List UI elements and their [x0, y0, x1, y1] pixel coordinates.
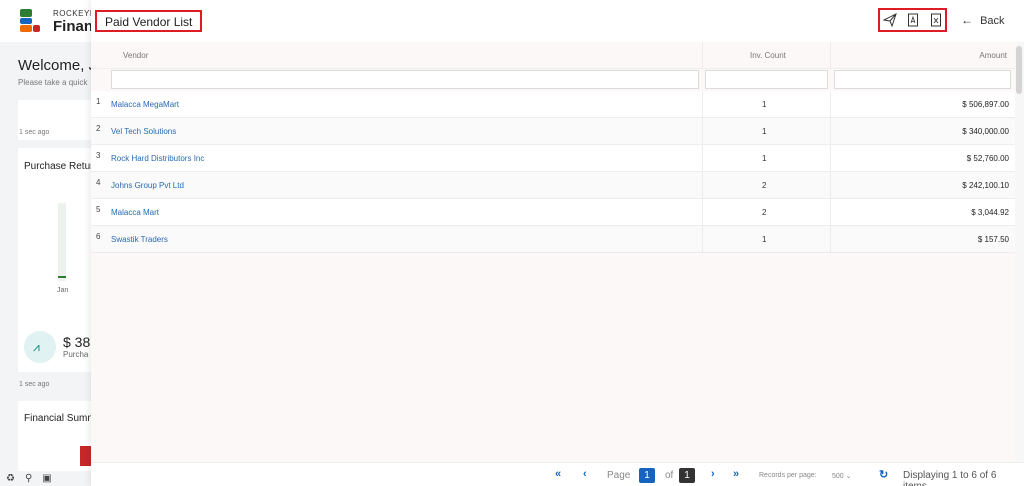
prev-page-button[interactable]: ‹ [583, 468, 587, 480]
pdf-icon[interactable] [906, 13, 920, 27]
row-number: 6 [96, 232, 101, 241]
table-row[interactable]: 1 Malacca MegaMart 1 $ 506,897.00 [91, 91, 1015, 118]
scrollbar[interactable] [1015, 42, 1024, 462]
amount-value: $ 3,044.92 [971, 208, 1009, 217]
table-header: Vendor Inv. Count Amount [91, 42, 1015, 69]
card-timestamp: 1 sec ago [19, 381, 50, 388]
column-divider [702, 145, 703, 172]
stat-label: Purcha [63, 350, 89, 359]
column-divider [702, 226, 703, 253]
vendor-link[interactable]: Malacca Mart [111, 208, 159, 217]
stat-icon-circle [24, 331, 56, 363]
records-per-page-select[interactable]: 500 ⌄ [832, 472, 852, 480]
table-row[interactable]: 6 Swastik Traders 1 $ 157.50 [91, 226, 1015, 253]
arrow-left-icon: ← [961, 13, 973, 27]
total-pages: 1 [679, 468, 695, 483]
vendor-filter-input[interactable] [111, 70, 699, 89]
chart-bar-fill [58, 276, 66, 278]
amount-value: $ 242,100.10 [962, 181, 1009, 190]
app-logo [20, 9, 42, 33]
chevron-down-icon: ⌄ [845, 473, 852, 480]
row-number: 4 [96, 178, 101, 187]
invoice-count: 1 [762, 127, 767, 136]
back-label: Back [980, 15, 1005, 27]
card-timestamp: 1 sec ago [19, 129, 50, 136]
panel-header: Paid Vendor List ← Back [91, 0, 1024, 42]
table-row[interactable]: 3 Rock Hard Distributors Inc 1 $ 52,760.00 [91, 145, 1015, 172]
brand-small-text: ROCKEYI [53, 9, 93, 18]
card-title: Financial Summ [24, 413, 96, 424]
page-label: Page [607, 470, 631, 481]
excel-icon[interactable] [929, 13, 943, 27]
table-row[interactable]: 2 Vel Tech Solutions 1 $ 340,000.00 [91, 118, 1015, 145]
export-actions [878, 8, 947, 32]
column-divider [830, 42, 831, 69]
column-divider [702, 91, 703, 118]
next-page-button[interactable]: › [711, 468, 715, 480]
panel-title: Paid Vendor List [95, 10, 203, 32]
vendor-link[interactable]: Vel Tech Solutions [111, 127, 176, 136]
column-divider [830, 226, 831, 253]
row-number: 2 [96, 124, 101, 133]
column-divider [830, 172, 831, 199]
invoice-count: 1 [762, 235, 767, 244]
scrollbar-thumb[interactable] [1016, 46, 1022, 94]
card-title: Purchase Retur [24, 161, 94, 172]
chart-trend-icon: ⩘ [33, 340, 40, 354]
back-button[interactable]: ← Back [961, 13, 1005, 29]
vendor-link[interactable]: Malacca MegaMart [111, 100, 179, 109]
row-number: 5 [96, 205, 101, 214]
column-divider [702, 42, 703, 69]
column-header-inv-count[interactable]: Inv. Count [750, 51, 786, 60]
display-count: Displaying 1 to 6 of 6 items. [903, 470, 997, 486]
chart-bar [58, 203, 66, 281]
column-divider [702, 118, 703, 145]
amount-value: $ 506,897.00 [962, 100, 1009, 109]
filter-row [91, 69, 1015, 91]
vendor-table: Vendor Inv. Count Amount 1 Malacca MegaMa… [91, 42, 1015, 462]
amount-value: $ 157.50 [977, 235, 1009, 244]
column-divider [830, 118, 831, 145]
footer-icons[interactable]: ♻⚲▣ [6, 473, 62, 484]
pagination-bar: « ‹ Page 1 of 1 › » Records per page: 50… [91, 462, 1024, 486]
vendor-link[interactable]: Johns Group Pvt Ltd [111, 181, 184, 190]
row-number: 3 [96, 151, 101, 160]
paid-vendor-panel: Paid Vendor List ← Back Vendor Inv. Coun… [91, 0, 1024, 486]
column-divider [830, 145, 831, 172]
amount-value: $ 340,000.00 [962, 127, 1009, 136]
amount-filter-input[interactable] [834, 70, 1011, 89]
table-row[interactable]: 5 Malacca Mart 2 $ 3,044.92 [91, 199, 1015, 226]
amount-value: $ 52,760.00 [966, 154, 1009, 163]
welcome-subtitle: Please take a quick [18, 78, 88, 87]
row-number: 1 [96, 97, 101, 106]
of-label: of [665, 470, 674, 481]
records-value: 500 [832, 473, 844, 480]
vendor-link[interactable]: Rock Hard Distributors Inc [111, 154, 204, 163]
table-row[interactable]: 4 Johns Group Pvt Ltd 2 $ 242,100.10 [91, 172, 1015, 199]
invoice-count: 2 [762, 181, 767, 190]
send-icon[interactable] [883, 13, 897, 27]
chart-x-label: Jan [57, 287, 69, 294]
column-header-vendor[interactable]: Vendor [123, 51, 148, 60]
column-divider [830, 91, 831, 118]
column-header-amount[interactable]: Amount [979, 51, 1007, 60]
column-divider [702, 172, 703, 199]
count-filter-input[interactable] [705, 70, 828, 89]
first-page-button[interactable]: « [555, 468, 561, 480]
refresh-icon[interactable]: ↻ [879, 468, 888, 481]
last-page-button[interactable]: » [733, 468, 739, 480]
invoice-count: 1 [762, 100, 767, 109]
records-per-page-label: Records per page: [759, 472, 817, 479]
vendor-link[interactable]: Swastik Traders [111, 235, 168, 244]
column-divider [702, 199, 703, 226]
current-page-input[interactable]: 1 [639, 468, 655, 483]
invoice-count: 2 [762, 208, 767, 217]
column-divider [830, 199, 831, 226]
invoice-count: 1 [762, 154, 767, 163]
